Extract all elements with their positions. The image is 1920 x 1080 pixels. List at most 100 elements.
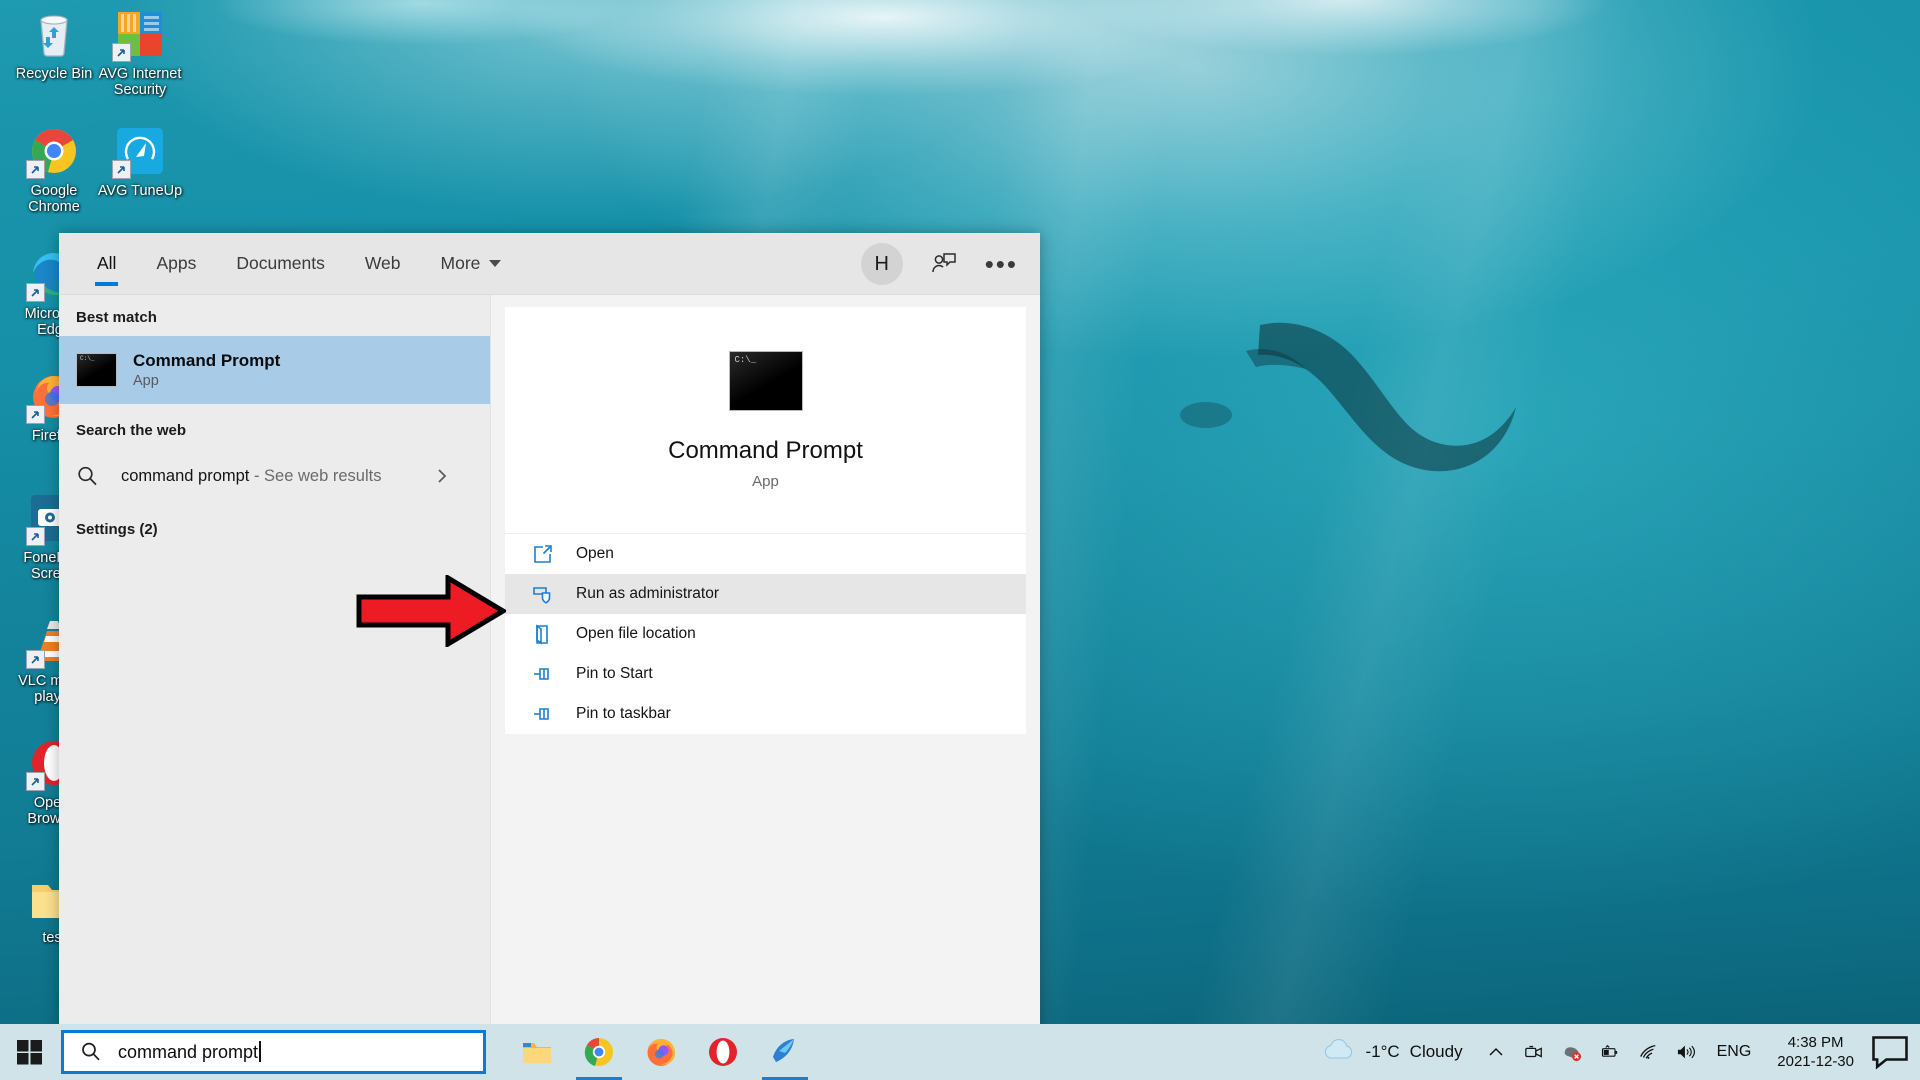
chevron-down-icon [489,260,502,267]
app-preview-subtitle: App [752,472,779,490]
settings-heading: Settings (2) [76,521,158,538]
taskbar-search-value: command prompt [118,1042,259,1062]
search-icon [76,465,99,488]
desktop-icon-recycle-bin[interactable]: Recycle Bin [6,8,102,82]
tab-label: Apps [156,253,197,273]
desktop-icon-label: Google Chrome [28,183,80,215]
fonepaw-screen-recorder-icon [768,1035,802,1069]
windows-start-icon[interactable] [0,1024,59,1080]
google-chrome-icon [26,125,80,179]
avatar[interactable]: H [860,243,903,285]
weather-description: Cloudy [1409,1042,1463,1061]
shortcut-badge-icon [26,283,45,302]
chevron-right-icon[interactable] [434,468,450,484]
shortcut-badge-icon [26,405,45,424]
web-result-row[interactable]: command prompt - See web results [59,449,490,503]
google-chrome-icon [582,1035,616,1069]
tab-documents[interactable]: Documents [216,233,345,295]
taskbar: command prompt -1°C Cloudy ENG 4:38 PM 2… [0,1024,1920,1080]
action-open-file-location[interactable]: Open file location [505,614,1026,654]
tab-apps[interactable]: Apps [136,233,216,295]
desktop-icon-avg-internet-security[interactable]: AVG Internet Security [92,8,188,98]
shortcut-badge-icon [26,650,45,669]
action-label: Open [576,545,614,562]
windows-search-panel: All Apps Documents Web More H ••• Best m… [59,233,1040,1033]
water-surface-highlight [0,0,1920,170]
system-tray: -1°C Cloudy ENG 4:38 PM 2021-12-30 [1307,1024,1920,1080]
app-preview-column: Command Prompt App Open [491,295,1040,1033]
feedback-person-icon[interactable] [929,249,959,279]
desktop-icon-label: AVG Internet Security [98,66,182,98]
search-panel-body: Best match Command Prompt App Search the… [59,295,1040,1033]
best-match-result-command-prompt[interactable]: Command Prompt App [59,336,490,404]
clock-time: 4:38 PM [1787,1034,1844,1051]
action-open[interactable]: Open [505,534,1026,574]
taskbar-fonepaw-screen-recorder[interactable] [754,1024,816,1080]
app-preview-title: Command Prompt [668,436,863,464]
show-hidden-icons-chevron[interactable] [1477,1024,1515,1080]
cloud-icon [1321,1038,1355,1067]
folder-open-location-icon [531,623,554,646]
search-tab-bar: All Apps Documents Web More H ••• [59,233,1040,295]
desktop-icon-avg-tuneup[interactable]: AVG TuneUp [92,125,188,199]
web-result-query: command prompt [121,466,250,485]
best-match-title: Command Prompt [133,351,281,370]
tab-label: Documents [236,253,325,273]
shortcut-badge-icon [112,43,131,62]
tab-label: More [440,253,481,273]
tab-label: All [97,253,117,273]
firefox-icon [644,1035,678,1069]
desktop-icon-label: AVG TuneUp [97,183,183,199]
clock-date: 2021-12-30 [1777,1053,1854,1070]
volume-icon[interactable] [1667,1024,1705,1080]
text-cursor [259,1041,261,1062]
action-pin-to-taskbar[interactable]: Pin to taskbar [505,694,1026,734]
desktop-icon-google-chrome[interactable]: Google Chrome [6,125,102,215]
pin-icon [531,663,554,686]
diver-silhouette [1180,322,1516,472]
taskbar-google-chrome[interactable] [568,1024,630,1080]
tab-web[interactable]: Web [345,233,421,295]
action-label: Run as administrator [576,585,720,602]
search-header-actions: H ••• [860,233,1018,295]
tab-more[interactable]: More [421,233,522,295]
app-actions-list: Open Run as administrator Open file loca… [505,534,1026,734]
app-preview-hero: Command Prompt App [505,307,1026,534]
taskbar-opera[interactable] [692,1024,754,1080]
web-result-text: command prompt - See web results [121,467,381,486]
clock[interactable]: 4:38 PM 2021-12-30 [1763,1033,1868,1071]
search-icon [80,1041,102,1063]
taskbar-search-value-wrap: command prompt [118,1041,261,1063]
open-external-icon [531,543,554,566]
shortcut-badge-icon [26,772,45,791]
avg-tuneup-icon [112,125,166,179]
action-center-icon[interactable] [1868,1024,1912,1080]
action-label: Open file location [576,625,696,642]
shield-run-as-admin-icon [531,583,554,606]
weather-widget[interactable]: -1°C Cloudy [1307,1024,1476,1080]
action-run-as-administrator[interactable]: Run as administrator [505,574,1026,614]
language-label: ENG [1716,1043,1752,1060]
web-result-suffix: - See web results [249,466,382,485]
camera-icon[interactable] [1515,1024,1553,1080]
search-the-web-heading: Search the web [76,422,187,439]
avg-internet-security-icon [112,8,166,62]
opera-icon [706,1035,740,1069]
language-indicator[interactable]: ENG [1705,1043,1764,1061]
action-pin-to-start[interactable]: Pin to Start [505,654,1026,694]
taskbar-firefox[interactable] [630,1024,692,1080]
wifi-icon[interactable] [1629,1024,1667,1080]
red-arrow-annotation [356,575,506,647]
taskbar-app-buttons [506,1024,816,1080]
best-match-heading: Best match [76,309,157,326]
battery-icon[interactable] [1591,1024,1629,1080]
recycle-bin-icon [28,8,80,60]
more-options-icon[interactable]: ••• [985,251,1018,277]
avg-tray-icon[interactable] [1553,1024,1591,1080]
app-preview-card: Command Prompt App Open [505,307,1026,734]
tab-all[interactable]: All [77,233,136,295]
search-results-column: Best match Command Prompt App Search the… [59,295,491,1033]
taskbar-search-input[interactable]: command prompt [61,1030,486,1074]
action-label: Pin to taskbar [576,705,671,722]
taskbar-file-explorer[interactable] [506,1024,568,1080]
